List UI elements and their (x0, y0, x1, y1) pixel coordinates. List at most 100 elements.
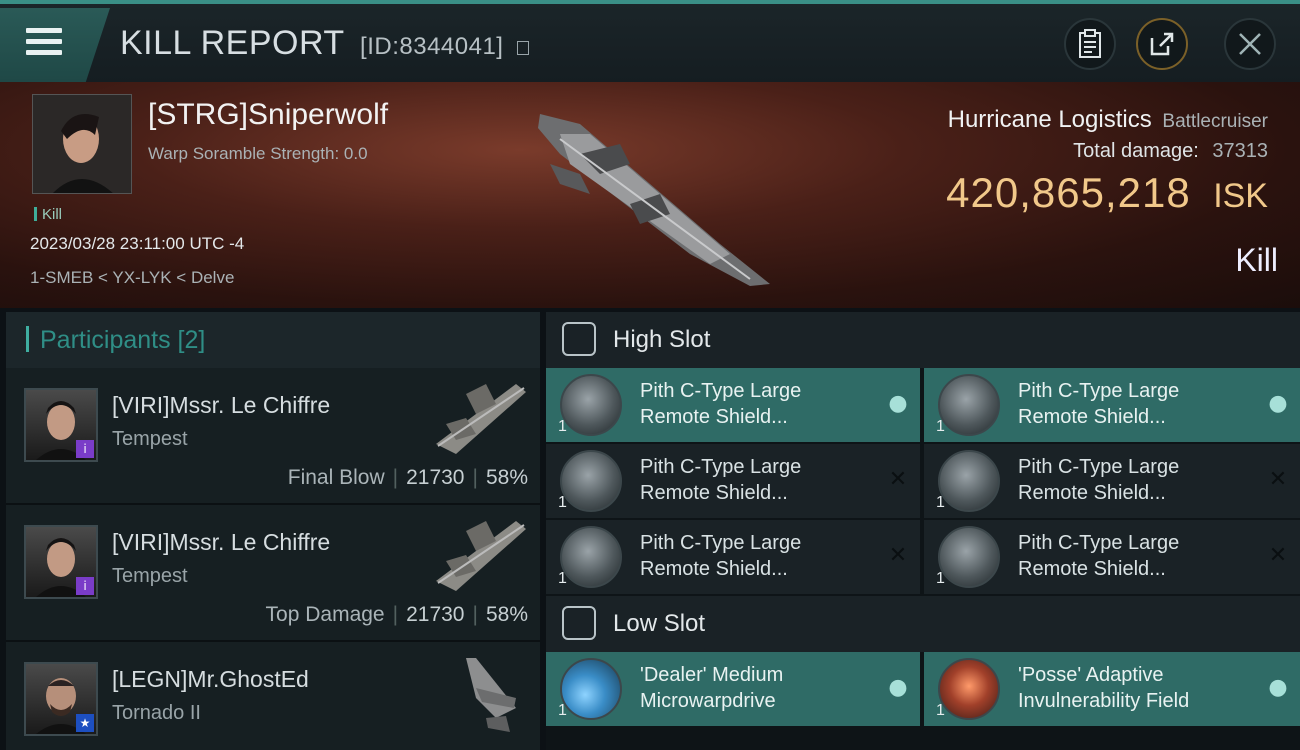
isk-value: 420,865,218 (946, 169, 1191, 216)
kill-tag: Kill (34, 206, 62, 223)
header-bar: KILL REPORT [ID:8344041] (0, 0, 1300, 82)
participant-stats: Final Blow | 21730 | 58% (287, 466, 528, 489)
module-quantity: 1 (558, 702, 567, 719)
module-quantity: 1 (936, 570, 945, 587)
participant-name[interactable]: [VIRI]Mssr. Le Chiffre (112, 529, 330, 556)
participant-row[interactable]: i [VIRI]Mssr. Le Chiffre Tempest Final B… (6, 368, 540, 505)
kill-location[interactable]: 1-SMEB < YX-LYK < Delve (30, 268, 234, 288)
module-item[interactable]: 1 'Dealer' Medium Microwarpdrive ● (546, 652, 920, 726)
participants-title: Participants [2] (40, 326, 206, 354)
high-slot-header: High Slot (546, 312, 1300, 368)
participant-name[interactable]: [LEGN]Mr.GhostEd (112, 666, 309, 693)
clipboard-button[interactable] (1064, 18, 1116, 70)
high-slot-title: High Slot (613, 326, 711, 353)
participant-row[interactable]: ★ [LEGN]Mr.GhostEd Tornado II (6, 642, 540, 750)
total-damage-label: Total damage: (1073, 140, 1199, 162)
module-item[interactable]: 1 Pith C-Type Large Remote Shield... ● (924, 368, 1300, 442)
title-text: KILL REPORT (120, 24, 345, 62)
shield-booster-icon (560, 526, 622, 588)
module-quantity: 1 (936, 494, 945, 511)
participant-percent: 58% (485, 603, 528, 626)
shield-booster-icon (938, 450, 1000, 512)
share-button[interactable] (1136, 18, 1188, 70)
high-slot-icon (562, 322, 596, 356)
alliance-badge-icon: i (76, 440, 94, 458)
fitted-person-icon: ● (1268, 675, 1288, 700)
participant-ship-image[interactable] (426, 648, 536, 738)
destroyed-icon: ✕ (1268, 543, 1288, 568)
module-quantity: 1 (558, 418, 567, 435)
participant-ship: Tempest (112, 565, 188, 587)
module-name: Pith C-Type Large Remote Shield... (1018, 380, 1180, 428)
fitting-panel: High Slot 1 Pith C-Type Large Remote Shie… (546, 312, 1300, 750)
participant-damage: 21730 (406, 603, 465, 626)
share-icon (1150, 32, 1174, 56)
participant-role: Top Damage (265, 603, 385, 626)
ship-class: Battlecruiser (1162, 111, 1268, 132)
module-row: 1 Pith C-Type Large Remote Shield... ✕ 1 … (546, 520, 1300, 594)
module-name: Pith C-Type Large Remote Shield... (640, 456, 802, 504)
victim-name[interactable]: [STRG]Sniperwolf (148, 98, 388, 132)
module-item[interactable]: 1 Pith C-Type Large Remote Shield... ● (546, 368, 920, 442)
module-row: 1 Pith C-Type Large Remote Shield... ✕ 1 … (546, 444, 1300, 518)
module-quantity: 1 (936, 702, 945, 719)
isk-unit: ISK (1213, 177, 1268, 215)
low-slot-icon (562, 606, 596, 640)
participants-panel: Participants [2] i [VIRI]Mssr. Le Chiffr… (6, 312, 540, 750)
kill-result: Kill (1235, 242, 1278, 278)
module-item[interactable]: 1 Pith C-Type Large Remote Shield... ✕ (546, 444, 920, 518)
copy-icon[interactable] (517, 41, 530, 55)
fitted-person-icon: ● (888, 391, 908, 416)
ship-summary: Hurricane Logistics Battlecruiser Total … (946, 106, 1268, 217)
participant-damage: 21730 (406, 466, 465, 489)
low-slot-title: Low Slot (613, 610, 706, 637)
destroyed-icon: ✕ (888, 467, 908, 492)
module-name: 'Posse' Adaptive Invulnerability Field (1018, 664, 1190, 712)
kill-date: 2023/03/28 23:11:00 UTC -4 (30, 234, 245, 253)
fitted-person-icon: ● (888, 675, 908, 700)
destroyed-icon: ✕ (1268, 467, 1288, 492)
participant-row[interactable]: i [VIRI]Mssr. Le Chiffre Tempest Top Dam… (6, 505, 540, 642)
participant-ship-image[interactable] (426, 374, 536, 464)
module-quantity: 1 (558, 494, 567, 511)
participant-ship-image[interactable] (426, 511, 536, 601)
kill-banner: [STRG]Sniperwolf Warp Soramble Strength:… (0, 82, 1300, 308)
module-item[interactable]: 1 'Posse' Adaptive Invulnerability Field … (924, 652, 1300, 726)
module-item[interactable]: 1 Pith C-Type Large Remote Shield... ✕ (546, 520, 920, 594)
total-damage-value: 37313 (1212, 140, 1268, 162)
clipboard-icon (1079, 29, 1101, 58)
module-name: Pith C-Type Large Remote Shield... (1018, 532, 1180, 580)
close-button[interactable] (1224, 18, 1276, 70)
victim-ship-image[interactable] (520, 94, 780, 294)
module-name: Pith C-Type Large Remote Shield... (640, 532, 802, 580)
victim-avatar-image (33, 95, 131, 193)
shield-booster-icon (938, 374, 1000, 436)
ship-name[interactable]: Hurricane Logistics (948, 106, 1152, 133)
participant-ship: Tempest (112, 428, 188, 450)
victim-portrait[interactable] (32, 94, 132, 194)
microwarpdrive-icon (560, 658, 622, 720)
star-badge-icon: ★ (76, 714, 94, 732)
participant-percent: 58% (485, 466, 528, 489)
module-row: 1 'Dealer' Medium Microwarpdrive ● 1 'Pos… (546, 652, 1300, 726)
module-name: Pith C-Type Large Remote Shield... (1018, 456, 1180, 504)
close-icon (1239, 33, 1261, 55)
page-title: KILL REPORT [ID:8344041] (120, 24, 530, 63)
module-quantity: 1 (558, 570, 567, 587)
participant-name[interactable]: [VIRI]Mssr. Le Chiffre (112, 392, 330, 419)
module-item[interactable]: 1 Pith C-Type Large Remote Shield... ✕ (924, 444, 1300, 518)
participant-ship: Tornado II (112, 702, 201, 724)
header-accent-bar (26, 326, 29, 352)
shield-booster-icon (938, 526, 1000, 588)
fitted-person-icon: ● (1268, 391, 1288, 416)
module-item[interactable]: 1 Pith C-Type Large Remote Shield... ✕ (924, 520, 1300, 594)
menu-button[interactable] (0, 8, 110, 82)
shield-booster-icon (560, 450, 622, 512)
destroyed-icon: ✕ (888, 543, 908, 568)
participant-avatar[interactable]: i (24, 525, 98, 599)
participant-stats: Top Damage | 21730 | 58% (265, 603, 528, 626)
hamburger-icon (26, 28, 62, 56)
participant-avatar[interactable]: i (24, 388, 98, 462)
participants-header: Participants [2] (6, 312, 540, 368)
participant-avatar[interactable]: ★ (24, 662, 98, 736)
